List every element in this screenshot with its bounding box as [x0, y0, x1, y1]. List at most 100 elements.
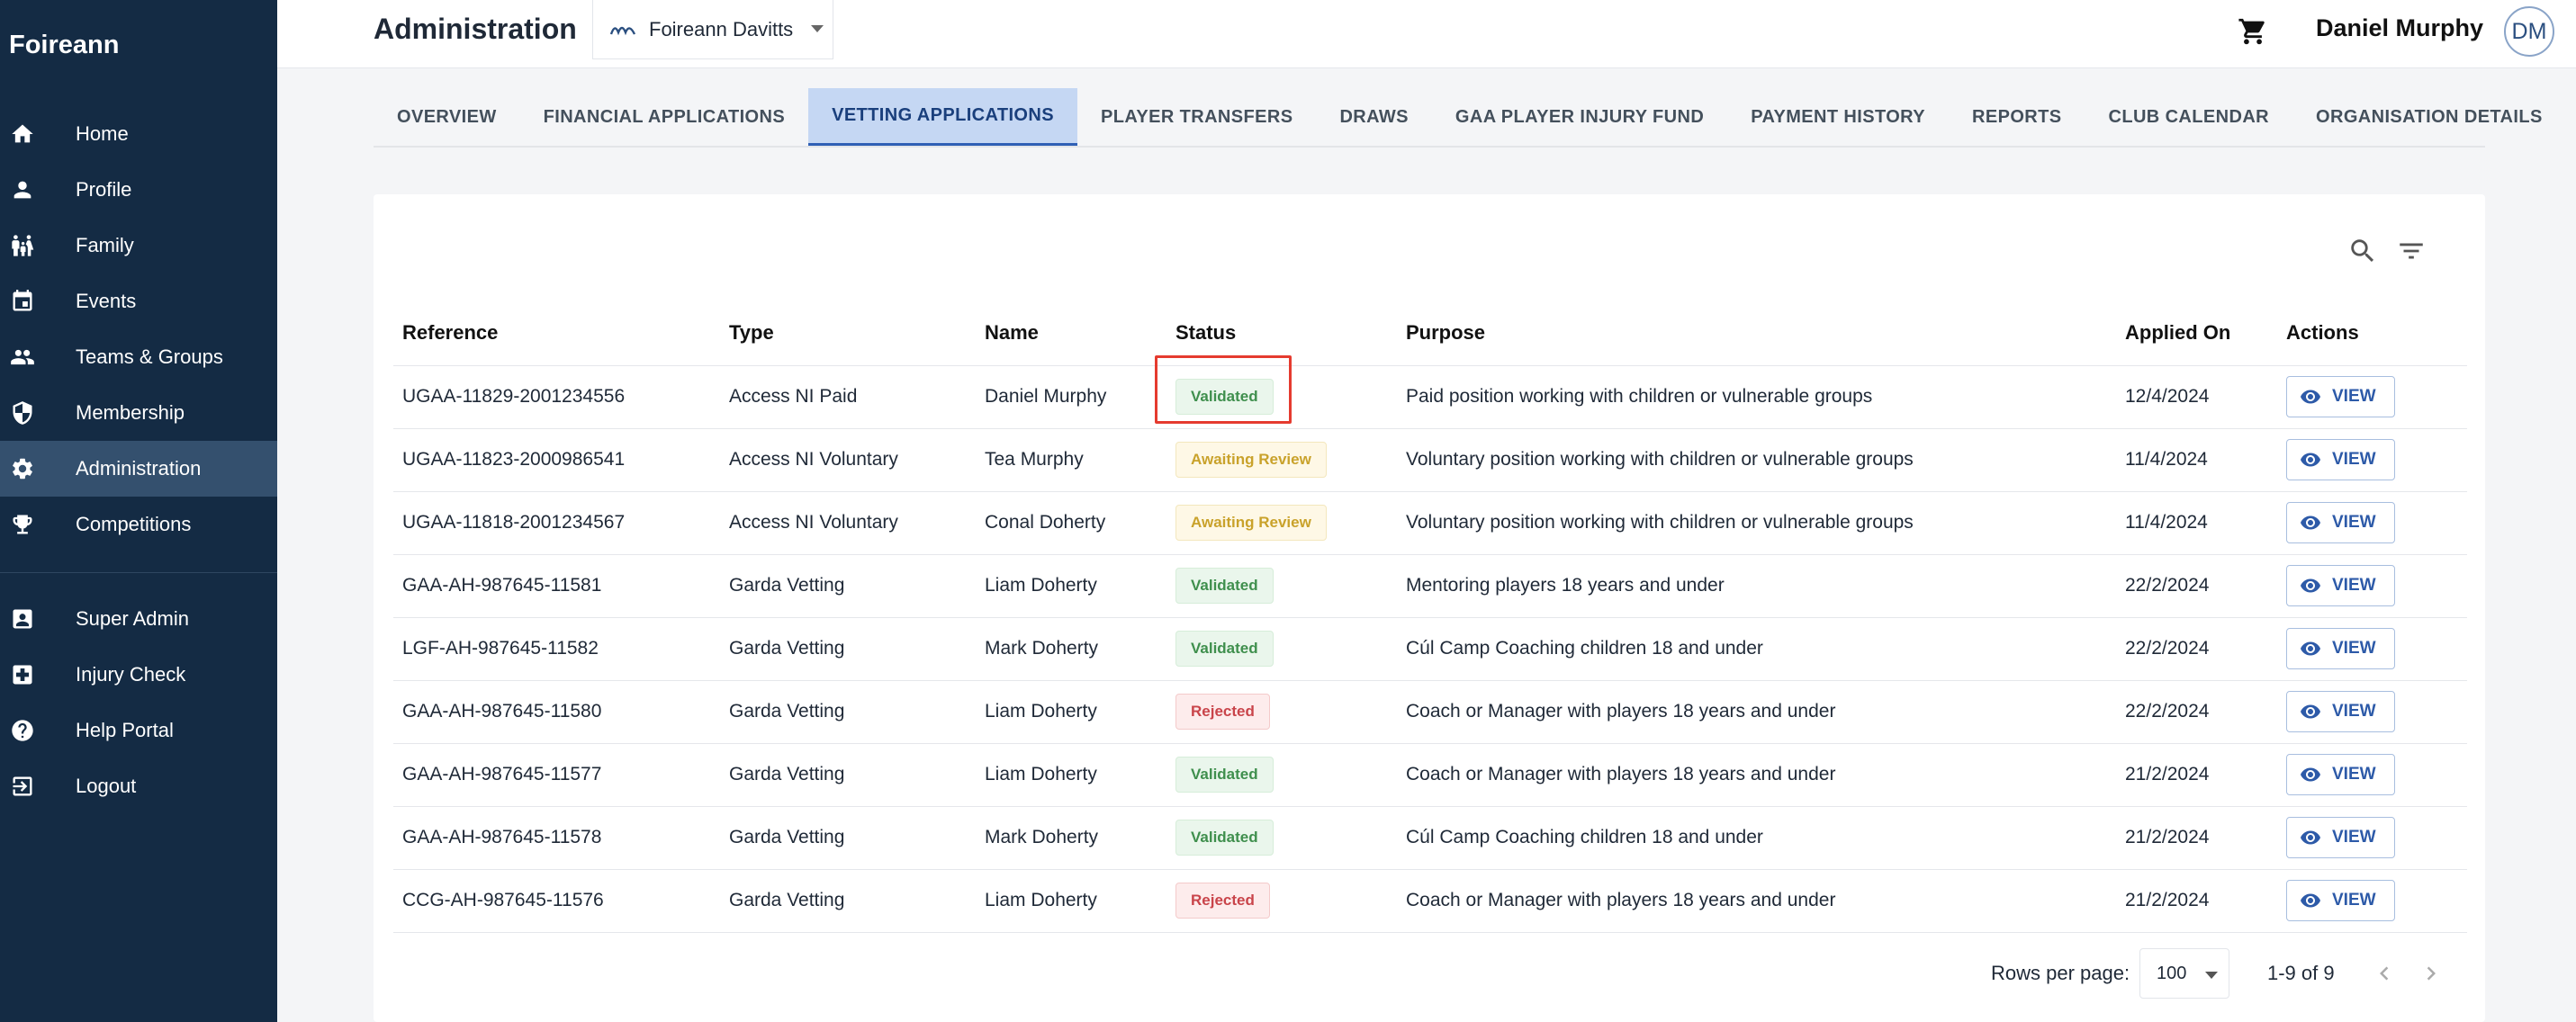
gear-icon	[9, 455, 36, 482]
rows-per-page-label: Rows per page:	[1991, 962, 2130, 984]
actions-cell: VIEW	[2277, 680, 2467, 744]
table-row: UGAA-11818-2001234567 Access NI Voluntary…	[393, 491, 2467, 555]
sidebar-item-competitions[interactable]: Competitions	[0, 497, 277, 552]
view-button[interactable]: VIEW	[2286, 565, 2395, 606]
search-icon[interactable]	[2347, 236, 2378, 266]
name-cell: Tea Murphy	[976, 428, 1166, 492]
home-icon	[9, 121, 36, 148]
pagination-range: 1-9 of 9	[2267, 962, 2335, 984]
chevron-right-icon	[2427, 966, 2436, 981]
sidebar-item-membership[interactable]: Membership	[0, 385, 277, 441]
sidebar-item-teams-and-groups[interactable]: Teams & Groups	[0, 329, 277, 385]
tab-organisation-details[interactable]: ORGANISATION DETAILS	[2292, 88, 2566, 146]
column-header-actions[interactable]: Actions	[2277, 300, 2467, 366]
view-button-label: VIEW	[2332, 387, 2376, 406]
column-header-purpose[interactable]: Purpose	[1397, 300, 2116, 366]
reference-cell: GAA-AH-987645-11577	[393, 743, 720, 807]
column-header-applied-on[interactable]: Applied On	[2116, 300, 2277, 366]
cart-icon[interactable]	[2238, 16, 2268, 47]
sidebar-item-home[interactable]: Home	[0, 106, 277, 162]
group-icon	[9, 344, 36, 371]
view-button-label: VIEW	[2332, 702, 2376, 721]
user-name[interactable]: Daniel Murphy	[2316, 14, 2483, 42]
tab-reports[interactable]: REPORTS	[1949, 88, 2085, 146]
sidebar-item-label: Competitions	[76, 513, 192, 535]
sidebar-item-label: Home	[76, 122, 129, 145]
avatar[interactable]: DM	[2504, 6, 2554, 57]
actions-cell: VIEW	[2277, 743, 2467, 807]
view-button[interactable]: VIEW	[2286, 502, 2395, 543]
view-button[interactable]: VIEW	[2286, 376, 2395, 417]
sidebar-item-label: Profile	[76, 178, 132, 201]
page-title: Administration	[374, 13, 577, 45]
tab-financial-applications[interactable]: FINANCIAL APPLICATIONS	[520, 88, 808, 146]
sidebar-item-logout[interactable]: Logout	[0, 758, 277, 814]
view-button[interactable]: VIEW	[2286, 628, 2395, 669]
actions-cell: VIEW	[2277, 617, 2467, 681]
club-crest-icon	[609, 26, 636, 35]
sidebar-item-help-portal[interactable]: Help Portal	[0, 703, 277, 758]
sidebar-item-super-admin[interactable]: Super Admin	[0, 591, 277, 647]
sidebar-item-events[interactable]: Events	[0, 273, 277, 329]
view-button[interactable]: VIEW	[2286, 754, 2395, 795]
column-header-name[interactable]: Name	[976, 300, 1166, 366]
column-header-type[interactable]: Type	[720, 300, 976, 366]
sidebar-item-injury-check[interactable]: Injury Check	[0, 647, 277, 703]
view-button[interactable]: VIEW	[2286, 880, 2395, 921]
view-button[interactable]: VIEW	[2286, 439, 2395, 480]
view-button[interactable]: VIEW	[2286, 691, 2395, 732]
sidebar-item-label: Injury Check	[76, 663, 186, 686]
type-cell: Garda Vetting	[720, 869, 976, 933]
sidebar-divider	[0, 572, 277, 573]
column-header-reference[interactable]: Reference	[393, 300, 720, 366]
status-cell: Validated	[1166, 554, 1397, 618]
rows-per-page-select[interactable]: 100	[2139, 948, 2229, 999]
sidebar-item-label: Super Admin	[76, 607, 189, 630]
tab-vetting-applications[interactable]: VETTING APPLICATIONS	[808, 88, 1077, 146]
table-row: CCG-AH-987645-11576 Garda Vetting Liam Doh…	[393, 869, 2467, 933]
reference-cell: GAA-AH-987645-11578	[393, 806, 720, 870]
person-icon	[9, 176, 36, 203]
view-button[interactable]: VIEW	[2286, 817, 2395, 858]
status-cell: Rejected	[1166, 680, 1397, 744]
table-header-row: Reference Type Name Status Purpose Applied On…	[393, 300, 2467, 366]
table-row: GAA-AH-987645-11581 Garda Vetting Liam Doh…	[393, 554, 2467, 618]
tab-club-calendar[interactable]: CLUB CALENDAR	[2085, 88, 2292, 146]
status-badge: Validated	[1175, 631, 1274, 667]
tab-player-transfers[interactable]: PLAYER TRANSFERS	[1077, 88, 1316, 146]
column-header-status[interactable]: Status	[1166, 300, 1397, 366]
actions-cell: VIEW	[2277, 554, 2467, 618]
tab-payment-history[interactable]: PAYMENT HISTORY	[1727, 88, 1949, 146]
sidebar-item-profile[interactable]: Profile	[0, 162, 277, 218]
purpose-cell: Voluntary position working with children…	[1397, 491, 2116, 555]
actions-cell: VIEW	[2277, 869, 2467, 933]
tab-draws[interactable]: DRAWS	[1316, 88, 1431, 146]
sidebar-item-administration[interactable]: Administration	[0, 441, 277, 497]
tab-gaa-player-injury-fund[interactable]: GAA PLAYER INJURY FUND	[1432, 88, 1727, 146]
calendar-icon	[9, 288, 36, 315]
purpose-cell: Coach or Manager with players 18 years a…	[1397, 743, 2116, 807]
applied-on-cell: 22/2/2024	[2116, 554, 2277, 618]
eye-icon	[2301, 830, 2320, 845]
sidebar-item-label: Family	[76, 234, 134, 256]
view-button-label: VIEW	[2332, 450, 2376, 469]
sidebar-item-family[interactable]: Family	[0, 218, 277, 273]
type-cell: Garda Vetting	[720, 617, 976, 681]
club-selector[interactable]: Foireann Davitts	[592, 0, 833, 59]
previous-page-button[interactable]	[2368, 957, 2400, 990]
table-row: UGAA-11829-2001234556 Access NI Paid Danie…	[393, 365, 2467, 429]
reference-cell: UGAA-11823-2000986541	[393, 428, 720, 492]
club-name: Foireann Davitts	[649, 17, 794, 40]
eye-icon	[2301, 704, 2320, 719]
name-cell: Conal Doherty	[976, 491, 1166, 555]
eye-icon	[2301, 453, 2320, 467]
admin-icon	[9, 605, 36, 632]
applied-on-cell: 21/2/2024	[2116, 869, 2277, 933]
filter-icon[interactable]	[2396, 236, 2427, 266]
sidebar-item-label: Help Portal	[76, 719, 174, 741]
purpose-cell: Cúl Camp Coaching children 18 and under	[1397, 617, 2116, 681]
tab-overview[interactable]: OVERVIEW	[374, 88, 520, 146]
status-badge: Validated	[1175, 568, 1274, 604]
eye-icon	[2301, 641, 2320, 656]
next-page-button[interactable]	[2415, 957, 2447, 990]
